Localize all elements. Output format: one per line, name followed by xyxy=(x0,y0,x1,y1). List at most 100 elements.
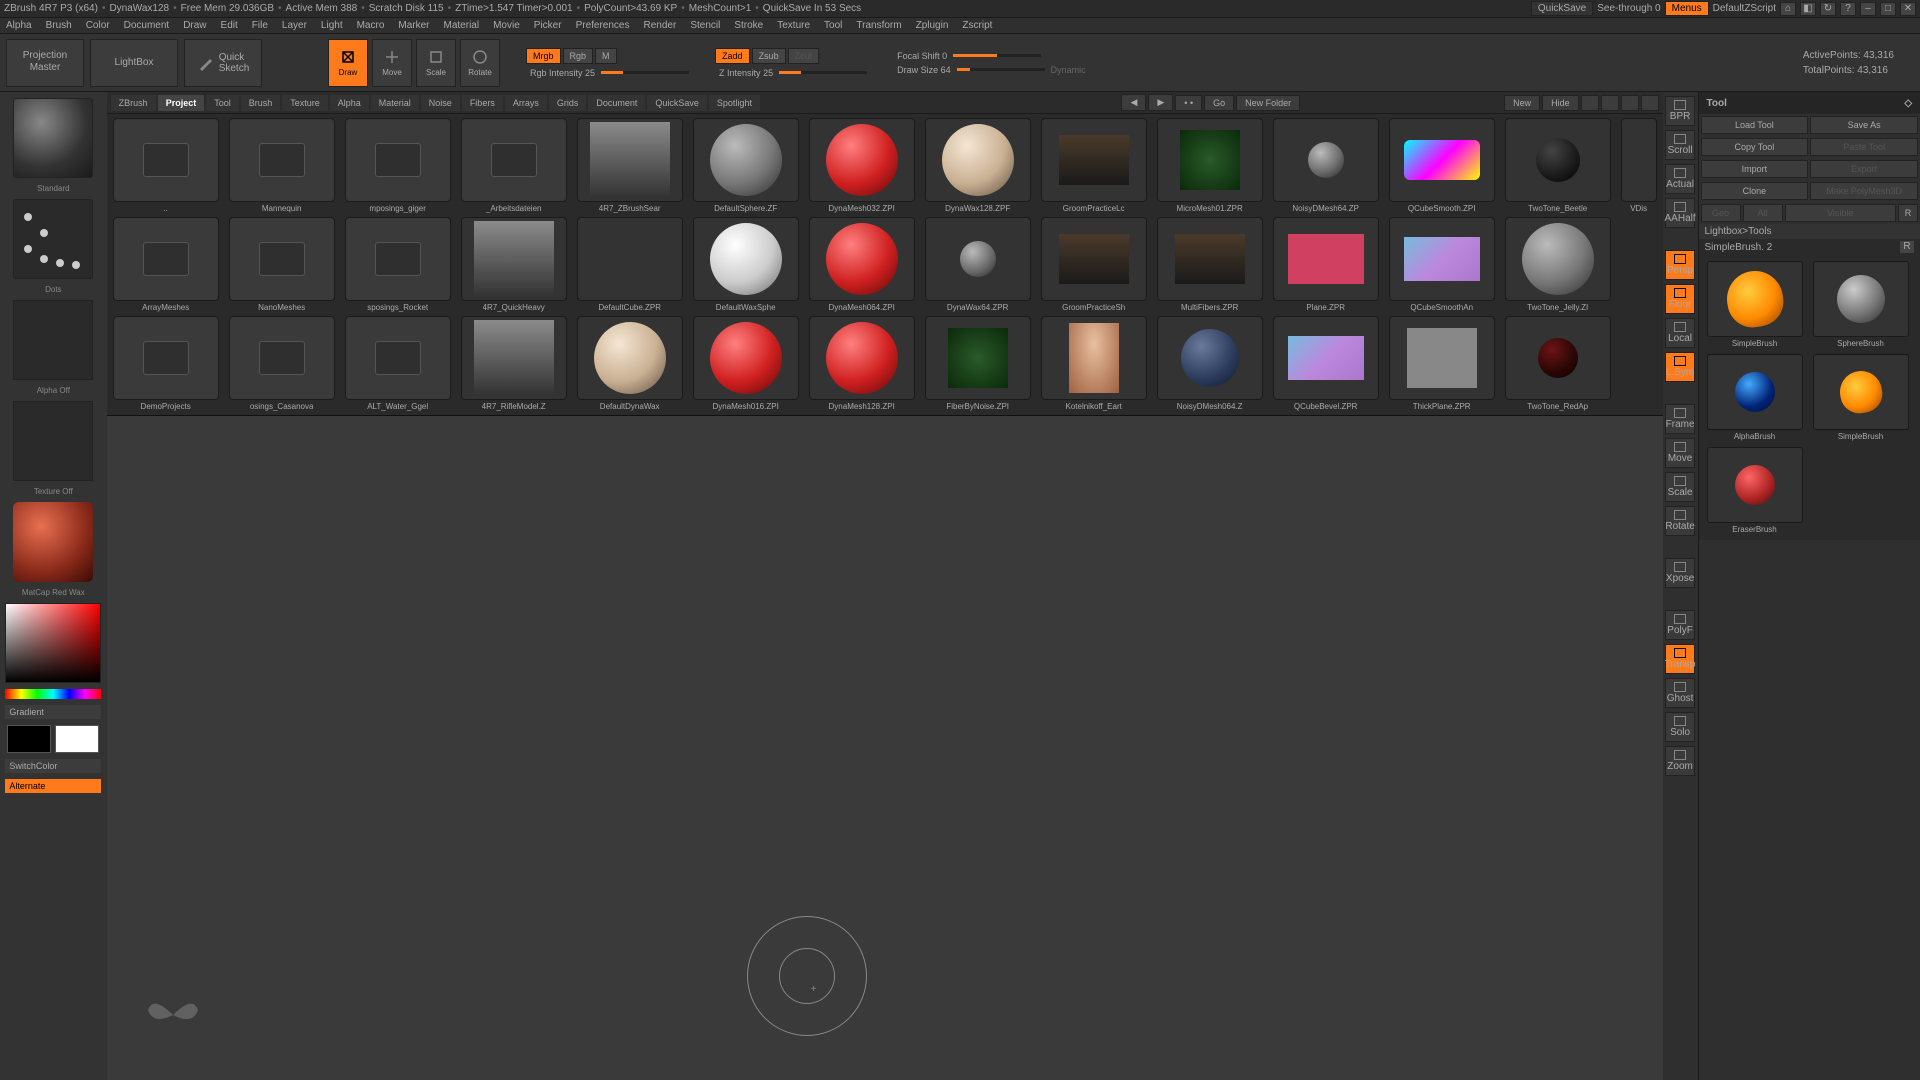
lightbox-item[interactable]: DynaMesh032.ZPI xyxy=(807,118,917,213)
menus-toggle[interactable]: Menus xyxy=(1665,1,1709,16)
zadd-toggle[interactable]: Zadd xyxy=(715,48,750,64)
tool-item[interactable]: SphereBrush xyxy=(1811,261,1911,348)
lightbox-item[interactable]: NoisyDMesh64.ZP xyxy=(1271,118,1381,213)
lightbox-item[interactable]: DefaultSphere.ZF xyxy=(691,118,801,213)
tab-brush[interactable]: Brush xyxy=(241,95,281,111)
restore-icon[interactable]: ◧ xyxy=(1800,2,1816,16)
menu-tool[interactable]: Tool xyxy=(824,20,842,31)
floor-button[interactable]: Floor xyxy=(1665,284,1695,314)
tab-alpha[interactable]: Alpha xyxy=(330,95,369,111)
tool-r-button[interactable]: R xyxy=(1900,241,1914,253)
projection-master-button[interactable]: ProjectionMaster xyxy=(6,39,84,87)
clone-button[interactable]: Clone xyxy=(1701,182,1809,200)
tool-item[interactable]: AlphaBrush xyxy=(1705,354,1805,441)
view-list-icon[interactable] xyxy=(1641,95,1659,111)
solo-button[interactable]: Solo xyxy=(1665,712,1695,742)
all-filter[interactable]: All xyxy=(1743,204,1783,222)
lightbox-item[interactable]: 4R7_RifleModel.Z xyxy=(459,316,569,411)
focal-shift-label[interactable]: Focal Shift 0 xyxy=(893,51,951,61)
tab-zbrush[interactable]: ZBrush xyxy=(111,95,156,111)
tab-noise[interactable]: Noise xyxy=(421,95,460,111)
hue-strip[interactable] xyxy=(5,689,101,699)
visible-filter[interactable]: Visible xyxy=(1785,204,1897,222)
scale-mode-button[interactable]: Scale xyxy=(416,39,456,87)
lightbox-item[interactable]: _Arbeitsdateien xyxy=(459,118,569,213)
save-as-button[interactable]: Save As xyxy=(1810,116,1918,134)
view-medium-icon[interactable] xyxy=(1601,95,1619,111)
lightbox-item[interactable]: DynaMesh064.ZPI xyxy=(807,217,917,312)
alternate-button[interactable]: Alternate xyxy=(5,779,101,793)
scale-button[interactable]: Scale xyxy=(1665,472,1695,502)
alpha-thumbnail[interactable] xyxy=(13,300,93,380)
minimize-icon[interactable]: – xyxy=(1860,2,1876,16)
menu-macro[interactable]: Macro xyxy=(357,20,385,31)
load-tool-button[interactable]: Load Tool xyxy=(1701,116,1809,134)
new-button[interactable]: New xyxy=(1504,95,1540,111)
menu-color[interactable]: Color xyxy=(86,20,110,31)
mrgb-toggle[interactable]: Mrgb xyxy=(526,48,561,64)
tool-item[interactable]: SimpleBrush xyxy=(1705,261,1805,348)
menu-stencil[interactable]: Stencil xyxy=(690,20,720,31)
secondary-color[interactable] xyxy=(7,725,51,753)
lightbox-item[interactable]: QCubeBevel.ZPR xyxy=(1271,316,1381,411)
menu-draw[interactable]: Draw xyxy=(183,20,206,31)
local-button[interactable]: Local xyxy=(1665,318,1695,348)
menu-light[interactable]: Light xyxy=(321,20,343,31)
new-folder-button[interactable]: New Folder xyxy=(1236,95,1300,111)
rgb-intensity-slider[interactable] xyxy=(601,71,689,74)
lightbox-item[interactable]: ALT_Water_Ggel xyxy=(343,316,453,411)
lightbox-item[interactable]: Mannequin xyxy=(227,118,337,213)
menu-document[interactable]: Document xyxy=(124,20,170,31)
menu-file[interactable]: File xyxy=(252,20,268,31)
quick-sketch-button[interactable]: QuickSketch xyxy=(184,39,262,87)
tab-material[interactable]: Material xyxy=(371,95,419,111)
seethrough-slider[interactable]: See-through 0 xyxy=(1597,3,1660,14)
lightbox-item[interactable]: MultiFibers.ZPR xyxy=(1155,217,1265,312)
lightbox-item[interactable]: DynaWax64.ZPR xyxy=(923,217,1033,312)
zsub-toggle[interactable]: Zsub xyxy=(752,48,786,64)
draw-size-label[interactable]: Draw Size 64 xyxy=(893,65,955,75)
move-mode-button[interactable]: Move xyxy=(372,39,412,87)
draw-mode-button[interactable]: Draw xyxy=(328,39,368,87)
export-button[interactable]: Export xyxy=(1810,160,1918,178)
paste-tool-button[interactable]: Paste Tool xyxy=(1810,138,1918,156)
lightbox-item[interactable]: 4R7_QuickHeavy xyxy=(459,217,569,312)
rotate-button[interactable]: Rotate xyxy=(1665,506,1695,536)
menu-marker[interactable]: Marker xyxy=(398,20,429,31)
lightbox-item[interactable]: DynaMesh128.ZPI xyxy=(807,316,917,411)
close-icon[interactable]: ✕ xyxy=(1900,2,1916,16)
lightbox-item[interactable]: TwoTone_RedAp xyxy=(1503,316,1613,411)
tool-item[interactable]: SimpleBrush xyxy=(1811,354,1911,441)
lightbox-item[interactable]: osings_Casanova xyxy=(227,316,337,411)
lightbox-item[interactable]: NoisyDMesh064.Z xyxy=(1155,316,1265,411)
stroke-thumbnail[interactable] xyxy=(13,199,93,279)
aahalf-button[interactable]: AAHalf xyxy=(1665,198,1695,228)
lightbox-item[interactable]: DynaMesh016.ZPI xyxy=(691,316,801,411)
lightbox-item[interactable]: sposings_Rocket xyxy=(343,217,453,312)
hide-button[interactable]: Hide xyxy=(1542,95,1579,111)
lightbox-item[interactable]: 4R7_ZBrushSear xyxy=(575,118,685,213)
menu-movie[interactable]: Movie xyxy=(493,20,520,31)
help-icon[interactable]: ? xyxy=(1840,2,1856,16)
rgb-intensity-label[interactable]: Rgb Intensity 25 xyxy=(526,68,599,78)
panel-pin-icon[interactable]: ◇ xyxy=(1904,98,1912,109)
switch-color-button[interactable]: SwitchColor xyxy=(5,759,101,773)
menu-zscript[interactable]: Zscript xyxy=(962,20,992,31)
lightbox-button[interactable]: LightBox xyxy=(90,39,178,87)
maximize-icon[interactable]: □ xyxy=(1880,2,1896,16)
viewport[interactable]: + xyxy=(107,416,1663,1080)
lightbox-item[interactable]: DynaWax128.ZPF xyxy=(923,118,1033,213)
ghost-button[interactable]: Ghost xyxy=(1665,678,1695,708)
menu-edit[interactable]: Edit xyxy=(221,20,238,31)
tab-quicksave[interactable]: QuickSave xyxy=(647,95,707,111)
lightbox-item[interactable]: DefaultDynaWax xyxy=(575,316,685,411)
z-intensity-label[interactable]: Z Intensity 25 xyxy=(715,68,777,78)
texture-thumbnail[interactable] xyxy=(13,401,93,481)
lightbox-item[interactable]: QCubeSmooth.ZPI xyxy=(1387,118,1497,213)
z-intensity-slider[interactable] xyxy=(779,71,867,74)
lightbox-item[interactable]: Plane.ZPR xyxy=(1271,217,1381,312)
lightbox-item[interactable]: MicroMesh01.ZPR xyxy=(1155,118,1265,213)
lightbox-item[interactable]: TwoTone_Beetle xyxy=(1503,118,1613,213)
material-thumbnail[interactable] xyxy=(13,502,93,582)
gradient-toggle[interactable]: Gradient xyxy=(5,705,101,719)
